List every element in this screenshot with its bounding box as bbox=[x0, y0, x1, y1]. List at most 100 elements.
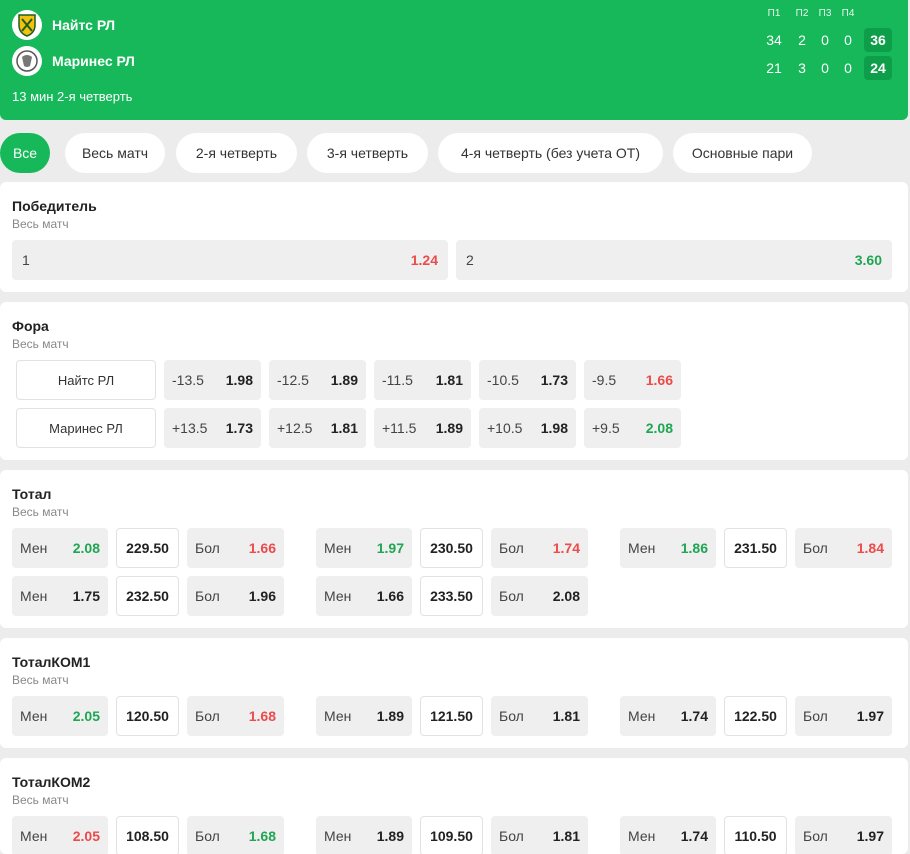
odd-value: 1.81 bbox=[330, 420, 358, 436]
odd-label: +13.5 bbox=[172, 420, 208, 436]
tab-quarter-4[interactable]: 4-я четверть (без учета ОТ) bbox=[438, 133, 663, 173]
odd-value: 2.05 bbox=[72, 828, 100, 844]
odd-label: Мен bbox=[628, 828, 656, 844]
odd-value: 1.89 bbox=[376, 828, 404, 844]
odd-value: 1.98 bbox=[540, 420, 568, 436]
odd-button-over[interactable]: Бол 1.81 bbox=[491, 816, 588, 854]
tab-all[interactable]: Все bbox=[0, 133, 50, 173]
odd-button-under[interactable]: Мен 1.66 bbox=[316, 576, 412, 616]
odd-button-under[interactable]: Мен 1.89 bbox=[316, 696, 412, 736]
total-line: 232.50 bbox=[116, 576, 179, 616]
odd-value: 1.73 bbox=[540, 372, 568, 388]
odd-value: 1.86 bbox=[680, 540, 708, 556]
odd-label: Бол bbox=[195, 588, 220, 604]
tab-quarter-2[interactable]: 2-я четверть bbox=[176, 133, 297, 173]
odd-value: 1.84 bbox=[856, 540, 884, 556]
odd-button-handicap[interactable]: -9.5 1.66 bbox=[584, 360, 681, 400]
period-label: П1 bbox=[767, 8, 781, 19]
odd-button-over[interactable]: Бол 1.68 bbox=[187, 696, 284, 736]
odd-label: Мен bbox=[20, 588, 48, 604]
odd-button-handicap[interactable]: +9.5 2.08 bbox=[584, 408, 681, 448]
market-handicap: Фора Весь матч Найтс РЛ -13.5 1.98 -12.5 1… bbox=[0, 302, 908, 460]
market-winner: Победитель Весь матч 1 1.24 2 3.60 bbox=[0, 182, 908, 292]
odd-label: Бол bbox=[803, 708, 828, 724]
odd-button-under[interactable]: Мен 1.74 bbox=[620, 816, 716, 854]
odd-value: 1.97 bbox=[856, 708, 884, 724]
market-title: Тотал bbox=[12, 486, 52, 502]
odd-button-over[interactable]: Бол 1.74 bbox=[491, 528, 588, 568]
market-title: ТоталКОМ2 bbox=[12, 774, 91, 790]
odd-label: -12.5 bbox=[277, 372, 309, 388]
odd-button-under[interactable]: Мен 2.05 bbox=[12, 696, 108, 736]
period-label: П3 bbox=[818, 8, 832, 19]
odd-button-over[interactable]: Бол 1.68 bbox=[187, 816, 284, 854]
team2-period-score: 0 bbox=[844, 60, 852, 76]
tab-full-match[interactable]: Весь матч bbox=[65, 133, 165, 173]
odd-button-under[interactable]: Мен 2.08 bbox=[12, 528, 108, 568]
odd-value: 1.66 bbox=[376, 588, 404, 604]
odd-label: Мен bbox=[324, 540, 352, 556]
odd-value: 1.96 bbox=[248, 588, 276, 604]
odd-button-handicap[interactable]: -10.5 1.73 bbox=[479, 360, 576, 400]
match-time: 13 мин 2-я четверть bbox=[12, 89, 133, 104]
odd-label: Бол bbox=[499, 828, 524, 844]
odd-button-handicap[interactable]: +11.5 1.89 bbox=[374, 408, 471, 448]
odd-button-handicap[interactable]: -12.5 1.89 bbox=[269, 360, 366, 400]
odd-label: Мен bbox=[20, 828, 48, 844]
odd-label: Мен bbox=[628, 540, 656, 556]
tab-quarter-3[interactable]: 3-я четверть bbox=[307, 133, 428, 173]
market-subtitle: Весь матч bbox=[12, 337, 69, 351]
odd-button-under[interactable]: Мен 1.74 bbox=[620, 696, 716, 736]
team1-period-score: 0 bbox=[821, 32, 829, 48]
odd-button-handicap[interactable]: +10.5 1.98 bbox=[479, 408, 576, 448]
market-subtitle: Весь матч bbox=[12, 793, 69, 807]
team2-name: Маринес РЛ bbox=[52, 53, 135, 69]
odd-button-over[interactable]: Бол 1.96 bbox=[187, 576, 284, 616]
odd-button-winner-1[interactable]: 1 1.24 bbox=[12, 240, 448, 280]
odd-button-handicap[interactable]: -13.5 1.98 bbox=[164, 360, 261, 400]
odd-button-under[interactable]: Мен 1.75 bbox=[12, 576, 108, 616]
odd-label: Бол bbox=[195, 708, 220, 724]
odd-button-over[interactable]: Бол 1.81 bbox=[491, 696, 588, 736]
odd-value: 2.08 bbox=[645, 420, 673, 436]
tab-main-bets[interactable]: Основные пари bbox=[673, 133, 812, 173]
market-title: Фора bbox=[12, 318, 49, 334]
total-line: 229.50 bbox=[116, 528, 179, 568]
odd-label: +10.5 bbox=[487, 420, 523, 436]
total-line: 230.50 bbox=[420, 528, 483, 568]
handicap-team1-label: Найтс РЛ bbox=[16, 360, 156, 400]
odd-label: -10.5 bbox=[487, 372, 519, 388]
market-subtitle: Весь матч bbox=[12, 217, 69, 231]
total-line: 120.50 bbox=[116, 696, 179, 736]
odd-label: -11.5 bbox=[382, 372, 413, 388]
odd-label: Бол bbox=[499, 708, 524, 724]
team2-period-score: 3 bbox=[798, 60, 806, 76]
odd-button-handicap[interactable]: -11.5 1.81 bbox=[374, 360, 471, 400]
match-header: Найтс РЛ Маринес РЛ 13 мин 2-я четверть … bbox=[0, 0, 908, 120]
odd-value: 1.74 bbox=[680, 708, 708, 724]
team1-total-score: 36 bbox=[864, 28, 892, 52]
odd-button-under[interactable]: Мен 1.86 bbox=[620, 528, 716, 568]
odd-button-under[interactable]: Мен 2.05 bbox=[12, 816, 108, 854]
odd-button-handicap[interactable]: +13.5 1.73 bbox=[164, 408, 261, 448]
odd-button-under[interactable]: Мен 1.97 bbox=[316, 528, 412, 568]
odd-button-over[interactable]: Бол 1.97 bbox=[795, 816, 892, 854]
team2-row: Маринес РЛ bbox=[12, 46, 135, 76]
total-line: 108.50 bbox=[116, 816, 179, 854]
odd-value: 2.08 bbox=[72, 540, 100, 556]
total-line: 109.50 bbox=[420, 816, 483, 854]
odd-button-handicap[interactable]: +12.5 1.81 bbox=[269, 408, 366, 448]
odd-button-over[interactable]: Бол 1.84 bbox=[795, 528, 892, 568]
odd-value: 1.68 bbox=[248, 708, 276, 724]
odd-label: Бол bbox=[499, 540, 524, 556]
odd-button-over[interactable]: Бол 1.66 bbox=[187, 528, 284, 568]
odd-label: +12.5 bbox=[277, 420, 313, 436]
odd-label: Мен bbox=[628, 708, 656, 724]
odd-button-over[interactable]: Бол 2.08 bbox=[491, 576, 588, 616]
odd-button-over[interactable]: Бол 1.97 bbox=[795, 696, 892, 736]
odd-value: 1.89 bbox=[330, 372, 358, 388]
odd-button-winner-2[interactable]: 2 3.60 bbox=[456, 240, 892, 280]
odd-button-under[interactable]: Мен 1.89 bbox=[316, 816, 412, 854]
odd-label: Мен bbox=[324, 828, 352, 844]
odd-label: -9.5 bbox=[592, 372, 617, 388]
